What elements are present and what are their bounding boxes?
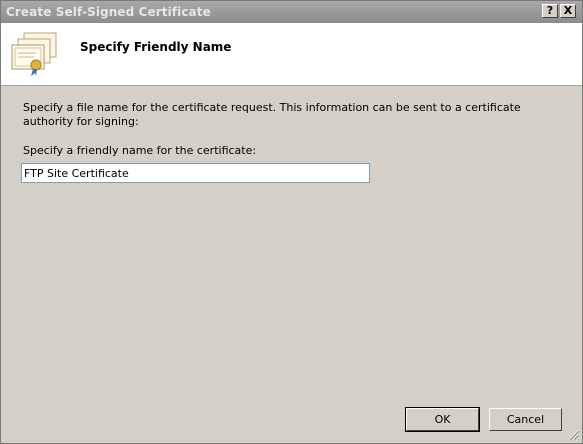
page-heading: Specify Friendly Name [80, 40, 232, 54]
friendly-name-input[interactable] [21, 163, 370, 183]
cancel-button[interactable]: Cancel [489, 408, 562, 431]
dialog-window: Create Self-Signed Certificate ? X Speci… [0, 0, 583, 444]
window-title: Create Self-Signed Certificate [6, 5, 211, 19]
resize-grip-icon[interactable] [568, 429, 580, 441]
ok-button[interactable]: OK [405, 407, 480, 432]
certificate-icon [11, 32, 57, 76]
description-text: Specify a file name for the certificate … [23, 101, 521, 128]
wizard-header: Specify Friendly Name [1, 23, 582, 86]
dialog-content: Specify a file name for the certificate … [1, 86, 582, 443]
help-button[interactable]: ? [542, 4, 558, 18]
close-button[interactable]: X [560, 4, 576, 18]
title-bar[interactable]: Create Self-Signed Certificate ? X [1, 1, 582, 23]
friendly-name-label: Specify a friendly name for the certific… [23, 144, 257, 157]
